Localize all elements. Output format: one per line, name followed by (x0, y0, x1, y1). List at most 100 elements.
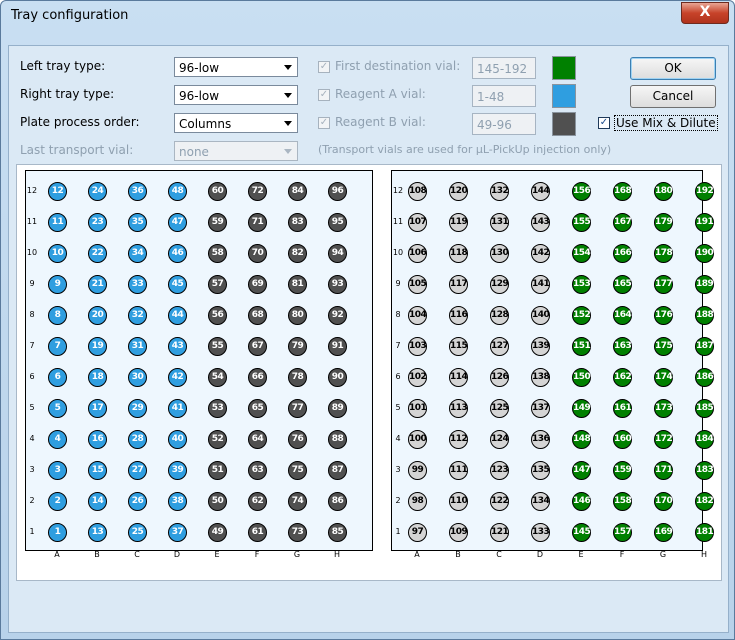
vial-well[interactable]: 67 (248, 337, 267, 356)
vial-well[interactable]: 145 (572, 523, 591, 542)
vial-well[interactable]: 88 (328, 430, 347, 449)
vial-well[interactable]: 22 (88, 244, 107, 263)
vial-well[interactable]: 163 (613, 337, 632, 356)
vial-well[interactable]: 142 (531, 244, 550, 263)
vial-well[interactable]: 115 (449, 337, 468, 356)
vial-well[interactable]: 49 (208, 523, 227, 542)
vial-well[interactable]: 66 (248, 368, 267, 387)
vial-well[interactable]: 90 (328, 368, 347, 387)
vial-well[interactable]: 62 (248, 492, 267, 511)
vial-well[interactable]: 64 (248, 430, 267, 449)
vial-well[interactable]: 3 (48, 461, 67, 480)
vial-well[interactable]: 93 (328, 275, 347, 294)
vial-well[interactable]: 176 (654, 306, 673, 325)
vial-well[interactable]: 112 (449, 430, 468, 449)
vial-well[interactable]: 155 (572, 213, 591, 232)
vial-well[interactable]: 42 (168, 368, 187, 387)
vial-well[interactable]: 101 (408, 399, 427, 418)
vial-well[interactable]: 181 (695, 523, 714, 542)
vial-well[interactable]: 133 (531, 523, 550, 542)
vial-well[interactable]: 70 (248, 244, 267, 263)
vial-well[interactable]: 65 (248, 399, 267, 418)
vial-well[interactable]: 123 (490, 461, 509, 480)
vial-well[interactable]: 8 (48, 306, 67, 325)
vial-well[interactable]: 46 (168, 244, 187, 263)
vial-well[interactable]: 20 (88, 306, 107, 325)
vial-well[interactable]: 179 (654, 213, 673, 232)
vial-well[interactable]: 113 (449, 399, 468, 418)
vial-well[interactable]: 5 (48, 399, 67, 418)
mix-dilute-checkbox[interactable]: ✓ (598, 117, 610, 129)
vial-well[interactable]: 127 (490, 337, 509, 356)
vial-well[interactable]: 10 (48, 244, 67, 263)
vial-well[interactable]: 60 (208, 182, 227, 201)
vial-well[interactable]: 1 (48, 523, 67, 542)
vial-well[interactable]: 152 (572, 306, 591, 325)
vial-well[interactable]: 94 (328, 244, 347, 263)
vial-well[interactable]: 74 (288, 492, 307, 511)
vial-well[interactable]: 126 (490, 368, 509, 387)
vial-well[interactable]: 141 (531, 275, 550, 294)
vial-well[interactable]: 140 (531, 306, 550, 325)
cancel-button[interactable]: Cancel (630, 85, 716, 108)
vial-well[interactable]: 190 (695, 244, 714, 263)
vial-well[interactable]: 15 (88, 461, 107, 480)
vial-well[interactable]: 171 (654, 461, 673, 480)
vial-well[interactable]: 89 (328, 399, 347, 418)
vial-well[interactable]: 129 (490, 275, 509, 294)
vial-well[interactable]: 18 (88, 368, 107, 387)
vial-well[interactable]: 185 (695, 399, 714, 418)
vial-well[interactable]: 149 (572, 399, 591, 418)
vial-well[interactable]: 134 (531, 492, 550, 511)
vial-well[interactable]: 191 (695, 213, 714, 232)
vial-well[interactable]: 146 (572, 492, 591, 511)
vial-well[interactable]: 61 (248, 523, 267, 542)
plate-order-select[interactable]: Columns (174, 113, 298, 133)
vial-well[interactable]: 184 (695, 430, 714, 449)
vial-well[interactable]: 92 (328, 306, 347, 325)
vial-well[interactable]: 108 (408, 182, 427, 201)
vial-well[interactable]: 135 (531, 461, 550, 480)
vial-well[interactable]: 182 (695, 492, 714, 511)
vial-well[interactable]: 25 (128, 523, 147, 542)
vial-well[interactable]: 81 (288, 275, 307, 294)
vial-well[interactable]: 148 (572, 430, 591, 449)
vial-well[interactable]: 104 (408, 306, 427, 325)
vial-well[interactable]: 136 (531, 430, 550, 449)
vial-well[interactable]: 124 (490, 430, 509, 449)
vial-well[interactable]: 107 (408, 213, 427, 232)
vial-well[interactable]: 159 (613, 461, 632, 480)
vial-well[interactable]: 80 (288, 306, 307, 325)
vial-well[interactable]: 137 (531, 399, 550, 418)
vial-well[interactable]: 110 (449, 492, 468, 511)
vial-well[interactable]: 31 (128, 337, 147, 356)
vial-well[interactable]: 98 (408, 492, 427, 511)
vial-well[interactable]: 35 (128, 213, 147, 232)
vial-well[interactable]: 192 (695, 182, 714, 201)
vial-well[interactable]: 131 (490, 213, 509, 232)
vial-well[interactable]: 167 (613, 213, 632, 232)
vial-well[interactable]: 68 (248, 306, 267, 325)
vial-well[interactable]: 116 (449, 306, 468, 325)
left-tray-type-select[interactable]: 96-low (174, 57, 298, 77)
vial-well[interactable]: 189 (695, 275, 714, 294)
vial-well[interactable]: 177 (654, 275, 673, 294)
vial-well[interactable]: 118 (449, 244, 468, 263)
vial-well[interactable]: 122 (490, 492, 509, 511)
vial-well[interactable]: 14 (88, 492, 107, 511)
vial-well[interactable]: 169 (654, 523, 673, 542)
vial-well[interactable]: 103 (408, 337, 427, 356)
vial-well[interactable]: 55 (208, 337, 227, 356)
vial-well[interactable]: 95 (328, 213, 347, 232)
vial-well[interactable]: 24 (88, 182, 107, 201)
vial-well[interactable]: 54 (208, 368, 227, 387)
vial-well[interactable]: 161 (613, 399, 632, 418)
vial-well[interactable]: 85 (328, 523, 347, 542)
vial-well[interactable]: 6 (48, 368, 67, 387)
vial-well[interactable]: 77 (288, 399, 307, 418)
vial-well[interactable]: 56 (208, 306, 227, 325)
vial-well[interactable]: 71 (248, 213, 267, 232)
vial-well[interactable]: 75 (288, 461, 307, 480)
vial-well[interactable]: 50 (208, 492, 227, 511)
vial-well[interactable]: 26 (128, 492, 147, 511)
